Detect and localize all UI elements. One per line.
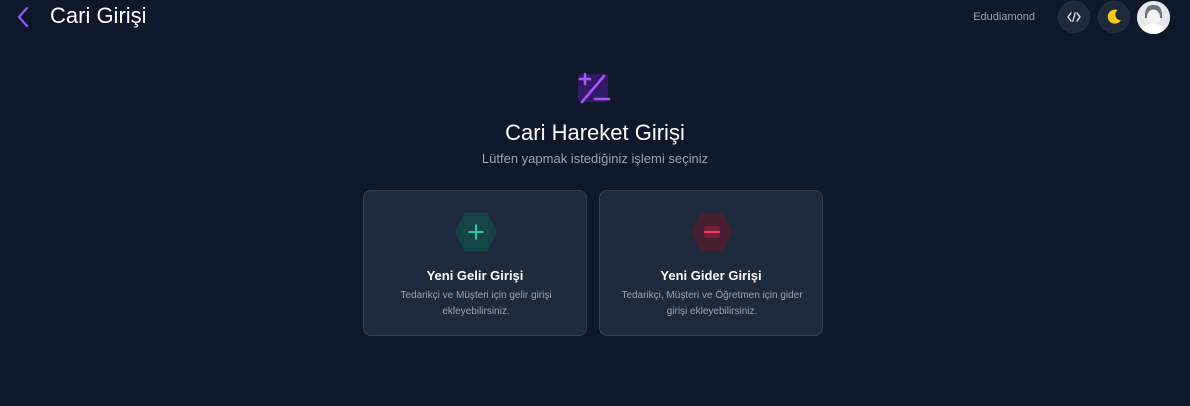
username-label[interactable]: Edudiamond [973, 11, 1035, 23]
page: Cari Girişi Edudiamond Cari Hareket Giri… [0, 0, 1190, 406]
hero-title: Cari Hareket Girişi [505, 120, 685, 145]
plus-icon [455, 213, 497, 251]
new-expense-title: Yeni Gider Girişi [660, 268, 762, 283]
back-button[interactable] [12, 6, 34, 28]
hero-subtitle: Lütfen yapmak istediğiniz işlemi seçiniz [481, 151, 709, 166]
user-avatar[interactable] [1137, 0, 1170, 34]
minus-icon [691, 213, 733, 251]
new-income-card[interactable]: Yeni Gelir Girişi Tedarikçi ve Müşteri i… [363, 190, 587, 336]
theme-toggle-button[interactable] [1098, 1, 1130, 33]
new-expense-description: Tedarikçi, Müşteri ve Öğretmen için gide… [621, 290, 803, 317]
new-income-title: Yeni Gelir Girişi [426, 268, 524, 283]
code-icon [1067, 12, 1081, 22]
new-expense-card[interactable]: Yeni Gider Girişi Tedarikçi, Müşteri ve … [599, 190, 823, 336]
header-actions: Edudiamond [973, 0, 1170, 34]
plus-minus-icon [578, 72, 611, 104]
avatar-icon [1137, 0, 1170, 34]
code-button[interactable] [1058, 1, 1090, 33]
new-income-description: Tedarikçi ve Müşteri için gelir girişi e… [400, 290, 552, 317]
moon-icon [1107, 9, 1121, 24]
chevron-left-icon [17, 6, 29, 28]
page-title: Cari Girişi [50, 3, 147, 28]
